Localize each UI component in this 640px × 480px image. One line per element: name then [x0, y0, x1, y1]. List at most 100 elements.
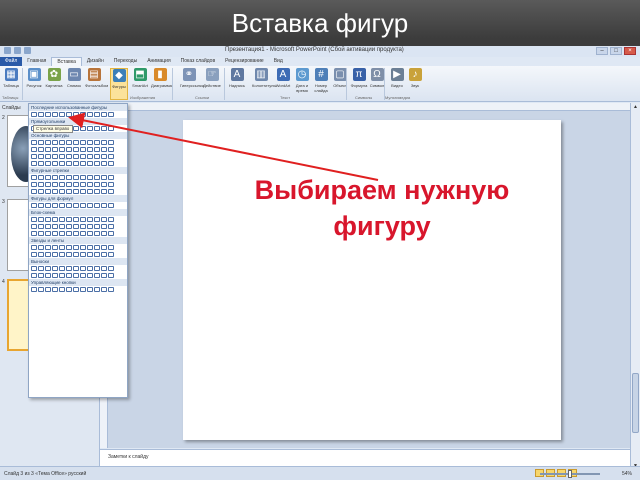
shape-option-icon[interactable]	[80, 161, 86, 166]
shape-option-icon[interactable]	[66, 273, 72, 278]
shapes-button[interactable]: ◆ Фигуры	[110, 68, 128, 100]
shape-option-icon[interactable]	[80, 245, 86, 250]
shape-option-icon[interactable]	[73, 231, 79, 236]
shape-option-icon[interactable]	[52, 287, 58, 292]
shape-option-icon[interactable]	[52, 224, 58, 229]
slide-canvas[interactable]	[183, 120, 561, 440]
shape-option-icon[interactable]	[101, 287, 107, 292]
shape-option-icon[interactable]	[94, 182, 100, 187]
shape-option-icon[interactable]	[38, 154, 44, 159]
shape-option-icon[interactable]	[101, 266, 107, 271]
textbox-button[interactable]: A Надпись	[228, 68, 246, 100]
shape-option-icon[interactable]	[94, 147, 100, 152]
tab-slideshow[interactable]: Показ слайдов	[176, 57, 220, 66]
shape-option-icon[interactable]	[66, 161, 72, 166]
shape-option-icon[interactable]	[101, 231, 107, 236]
shape-option-icon[interactable]	[80, 273, 86, 278]
shape-option-icon[interactable]	[80, 287, 86, 292]
slides-tab[interactable]: Слайды	[2, 105, 21, 111]
shape-option-icon[interactable]	[87, 273, 93, 278]
shape-option-icon[interactable]	[108, 245, 114, 250]
shape-option-icon[interactable]	[59, 217, 65, 222]
shape-option-icon[interactable]	[94, 252, 100, 257]
shape-option-icon[interactable]	[31, 112, 37, 117]
shape-option-icon[interactable]	[31, 231, 37, 236]
shape-option-icon[interactable]	[59, 287, 65, 292]
shape-option-icon[interactable]	[59, 161, 65, 166]
shape-option-icon[interactable]	[108, 231, 114, 236]
shape-option-icon[interactable]	[101, 140, 107, 145]
shape-option-icon[interactable]	[73, 175, 79, 180]
maximize-button[interactable]: □	[610, 47, 622, 55]
shape-option-icon[interactable]	[38, 252, 44, 257]
shape-option-icon[interactable]	[87, 203, 93, 208]
shape-option-icon[interactable]	[31, 287, 37, 292]
shape-option-icon[interactable]	[31, 266, 37, 271]
shape-option-icon[interactable]	[52, 203, 58, 208]
shape-option-icon[interactable]	[73, 189, 79, 194]
shape-option-icon[interactable]	[45, 245, 51, 250]
shape-option-icon[interactable]	[38, 217, 44, 222]
shape-option-icon[interactable]	[52, 217, 58, 222]
shape-option-icon[interactable]	[59, 175, 65, 180]
shape-option-icon[interactable]	[108, 189, 114, 194]
shape-option-icon[interactable]	[108, 252, 114, 257]
shape-option-icon[interactable]	[73, 217, 79, 222]
shape-option-icon[interactable]	[45, 224, 51, 229]
shape-option-icon[interactable]	[80, 189, 86, 194]
shape-option-icon[interactable]	[59, 252, 65, 257]
shape-option-icon[interactable]	[52, 189, 58, 194]
shape-option-icon[interactable]	[52, 252, 58, 257]
shape-option-icon[interactable]	[87, 147, 93, 152]
shape-option-icon[interactable]	[87, 140, 93, 145]
shape-option-icon[interactable]	[80, 147, 86, 152]
shape-option-icon[interactable]	[38, 287, 44, 292]
shape-option-icon[interactable]	[87, 182, 93, 187]
minimize-button[interactable]: –	[596, 47, 608, 55]
shape-option-icon[interactable]	[52, 154, 58, 159]
shape-option-icon[interactable]	[31, 182, 37, 187]
scroll-up-icon[interactable]: ▲	[632, 104, 639, 111]
shape-option-icon[interactable]	[45, 266, 51, 271]
tab-view[interactable]: Вид	[269, 57, 288, 66]
shape-option-icon[interactable]	[94, 273, 100, 278]
shape-option-icon[interactable]	[94, 231, 100, 236]
shape-option-icon[interactable]	[59, 266, 65, 271]
shape-option-icon[interactable]	[45, 189, 51, 194]
shape-option-icon[interactable]	[101, 147, 107, 152]
shape-option-icon[interactable]	[59, 203, 65, 208]
shape-option-icon[interactable]	[45, 154, 51, 159]
shape-option-icon[interactable]	[87, 189, 93, 194]
shape-option-icon[interactable]	[31, 224, 37, 229]
shape-option-icon[interactable]	[38, 182, 44, 187]
shape-option-icon[interactable]	[80, 266, 86, 271]
shape-option-icon[interactable]	[108, 217, 114, 222]
shape-option-icon[interactable]	[94, 175, 100, 180]
shape-option-icon[interactable]	[108, 287, 114, 292]
shape-option-icon[interactable]	[31, 203, 37, 208]
shape-option-icon[interactable]	[73, 273, 79, 278]
shape-option-icon[interactable]	[108, 112, 114, 117]
shape-option-icon[interactable]	[66, 189, 72, 194]
shape-option-icon[interactable]	[108, 224, 114, 229]
shape-option-icon[interactable]	[94, 203, 100, 208]
shape-option-icon[interactable]	[87, 161, 93, 166]
redo-icon[interactable]	[24, 47, 31, 54]
tab-insert[interactable]: Вставка	[51, 57, 82, 66]
shape-option-icon[interactable]	[80, 112, 86, 117]
shape-option-icon[interactable]	[31, 175, 37, 180]
shape-option-icon[interactable]	[80, 126, 86, 131]
shape-option-icon[interactable]	[108, 182, 114, 187]
shape-option-icon[interactable]	[38, 231, 44, 236]
shape-option-icon[interactable]	[52, 175, 58, 180]
shape-option-icon[interactable]	[59, 245, 65, 250]
shape-option-icon[interactable]	[31, 245, 37, 250]
shape-option-icon[interactable]	[52, 147, 58, 152]
shape-option-icon[interactable]	[87, 126, 93, 131]
shape-option-icon[interactable]	[66, 182, 72, 187]
shape-option-icon[interactable]	[38, 112, 44, 117]
shape-option-icon[interactable]	[38, 189, 44, 194]
shape-option-icon[interactable]	[101, 252, 107, 257]
shape-option-icon[interactable]	[59, 273, 65, 278]
tab-review[interactable]: Рецензирование	[220, 57, 269, 66]
